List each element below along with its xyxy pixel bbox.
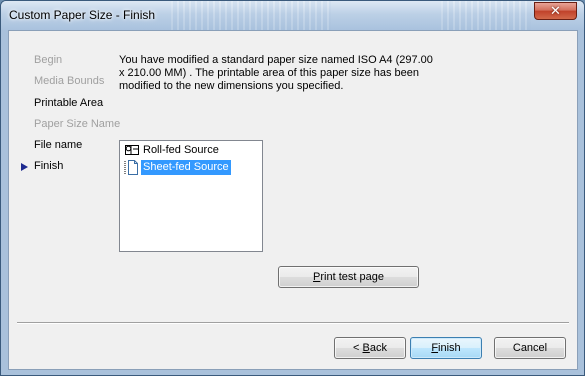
dialog-body: Begin Media Bounds Printable Area Paper …	[8, 30, 578, 370]
finish-description: You have modified a standard paper size …	[119, 54, 433, 92]
list-item-label: Roll-fed Source	[143, 144, 219, 156]
step-begin: Begin	[34, 54, 63, 66]
step-paper-size-name: Paper Size Name	[34, 118, 121, 130]
list-item-roll-fed[interactable]: Roll-fed Source	[124, 143, 221, 158]
title-bar-background-right	[441, 1, 531, 30]
roll-fed-icon	[124, 143, 140, 158]
window-title: Custom Paper Size - Finish	[9, 8, 156, 22]
step-printable-area[interactable]: Printable Area	[34, 97, 103, 109]
custom-paper-size-dialog: Custom Paper Size - Finish ✕ Begin Media…	[0, 0, 585, 376]
step-media-bounds: Media Bounds	[34, 75, 105, 87]
step-finish: Finish	[34, 160, 64, 172]
cancel-button-label: Cancel	[512, 342, 548, 354]
print-test-page-button[interactable]: Print test page	[278, 266, 419, 288]
finish-button-label: Finish	[431, 342, 461, 354]
cancel-button[interactable]: Cancel	[494, 337, 566, 359]
footer-divider	[17, 322, 569, 324]
list-item-sheet-fed[interactable]: Sheet-fed Source	[124, 160, 231, 175]
current-step-arrow-icon	[21, 163, 28, 171]
sheet-fed-icon	[124, 160, 140, 175]
close-button[interactable]: ✕	[534, 2, 577, 20]
finish-button[interactable]: Finish	[410, 337, 482, 359]
title-bar-background	[171, 1, 331, 30]
list-item-label: Sheet-fed Source	[141, 160, 231, 175]
back-button-label: < Back	[353, 342, 387, 354]
close-icon: ✕	[550, 3, 561, 19]
back-button[interactable]: < Back	[334, 337, 406, 359]
source-listbox[interactable]: Roll-fed Source Sheet-fed Source	[119, 140, 263, 252]
title-bar[interactable]: Custom Paper Size - Finish ✕	[1, 1, 584, 30]
print-test-page-button-label: Print test page	[313, 271, 384, 283]
step-file-name[interactable]: File name	[34, 139, 82, 151]
